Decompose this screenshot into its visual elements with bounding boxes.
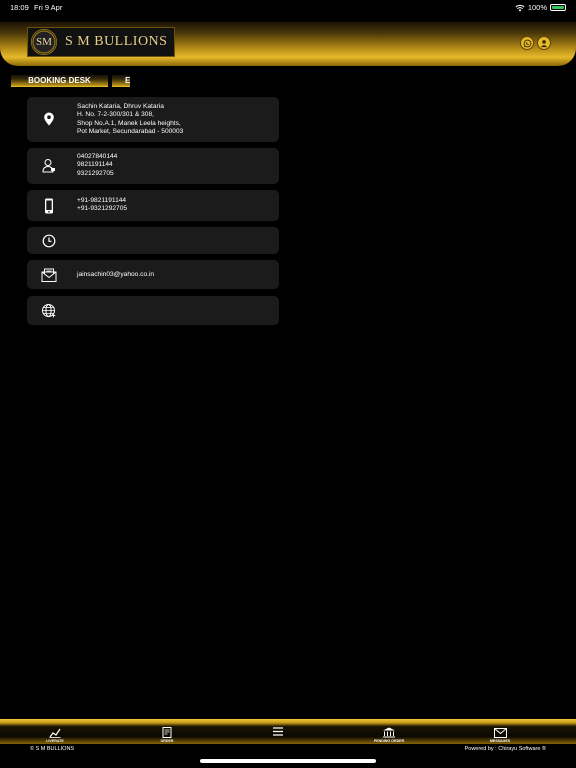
- user-icon: [540, 39, 547, 47]
- brand-logo: SM S M BULLIONS: [27, 27, 175, 57]
- nav-label: ORDER: [160, 739, 174, 743]
- tab-booking-desk[interactable]: BOOKING DESK: [11, 75, 108, 87]
- email-card: jainsachin03@yahoo.co.in: [27, 260, 279, 289]
- battery-percent: 100%: [527, 3, 547, 12]
- address-line: Shop No.A.1, Manek Leela heights,: [77, 119, 181, 127]
- nav-messages[interactable]: MESSAGES: [485, 721, 515, 743]
- whatsapp-button[interactable]: [520, 36, 534, 50]
- email-icon: [39, 265, 59, 285]
- wifi-icon: [515, 4, 525, 11]
- status-right: 100%: [515, 3, 566, 12]
- profile-button[interactable]: [537, 36, 551, 50]
- mobile-number[interactable]: +91-9321292705: [77, 205, 127, 213]
- address-text: Sachin Kataria, Dhruv Kataria H. No. 7-2…: [77, 103, 183, 137]
- status-bar: 18:09 Fri 9 Apr 100%: [0, 0, 576, 14]
- email-text: jainsachin03@yahoo.co.in: [77, 271, 154, 279]
- landline-text: 04027840144 9821191144 9321292705: [77, 153, 117, 178]
- whatsapp-icon: [523, 39, 531, 47]
- brand-name: S M BULLIONS: [65, 34, 168, 49]
- mail-icon: [493, 728, 507, 738]
- battery-icon: [550, 4, 566, 11]
- footer-powered-by: Powered by : Chirayu Software ®: [464, 746, 546, 752]
- home-indicator[interactable]: [200, 759, 376, 763]
- footer-copyright: © S M BULLIONS: [30, 746, 75, 752]
- globe-icon: [39, 301, 59, 321]
- nav-pending-order[interactable]: PENDING ORDER: [366, 721, 412, 743]
- address-line: Sachin Kataria, Dhruv Kataria: [77, 103, 164, 110]
- address-line: Pot Market, Secundarabad - 500003: [77, 128, 184, 136]
- phone-number[interactable]: 9821191144: [77, 161, 117, 169]
- order-icon: [162, 727, 172, 738]
- mobile-phone-icon: [39, 196, 59, 216]
- nav-liverate[interactable]: LIVERATE: [40, 721, 70, 743]
- address-line: H. No. 7-2-300/301 & 308,: [77, 111, 154, 119]
- hours-card: [27, 227, 279, 254]
- app-header: SM S M BULLIONS: [0, 22, 576, 66]
- nav-menu[interactable]: [268, 721, 288, 743]
- logo-mark: SM: [31, 29, 57, 55]
- menu-icon: [273, 727, 283, 736]
- chart-icon: [49, 728, 61, 738]
- mobile-number[interactable]: +91-9821191144: [77, 197, 127, 205]
- email-address[interactable]: jainsachin03@yahoo.co.in: [77, 271, 154, 279]
- nav-label: PENDING ORDER: [373, 739, 405, 743]
- address-card: Sachin Kataria, Dhruv Kataria H. No. 7-2…: [27, 97, 279, 142]
- clock-icon: [39, 231, 59, 251]
- phone-number[interactable]: 9321292705: [77, 170, 117, 178]
- website-card: [27, 296, 279, 325]
- bank-icon: [383, 727, 395, 738]
- phone-contact-icon: [39, 156, 59, 176]
- status-time: 18:09: [10, 3, 29, 12]
- phone-number[interactable]: 04027840144: [77, 153, 117, 161]
- nav-label: LIVERATE: [46, 739, 64, 743]
- nav-order[interactable]: ORDER: [152, 721, 182, 743]
- mobile-text: +91-9821191144 +91-9321292705: [77, 197, 127, 214]
- mobile-card: +91-9821191144 +91-9321292705: [27, 190, 279, 221]
- landline-card: 04027840144 9821191144 9321292705: [27, 148, 279, 184]
- nav-label: MESSAGES: [489, 739, 511, 743]
- tab-partial[interactable]: E: [112, 75, 130, 87]
- location-pin-icon: [39, 109, 59, 129]
- status-date: Fri 9 Apr: [34, 3, 63, 12]
- bottom-nav: LIVERATE ORDER PENDING ORDER MESSAGES: [0, 719, 576, 744]
